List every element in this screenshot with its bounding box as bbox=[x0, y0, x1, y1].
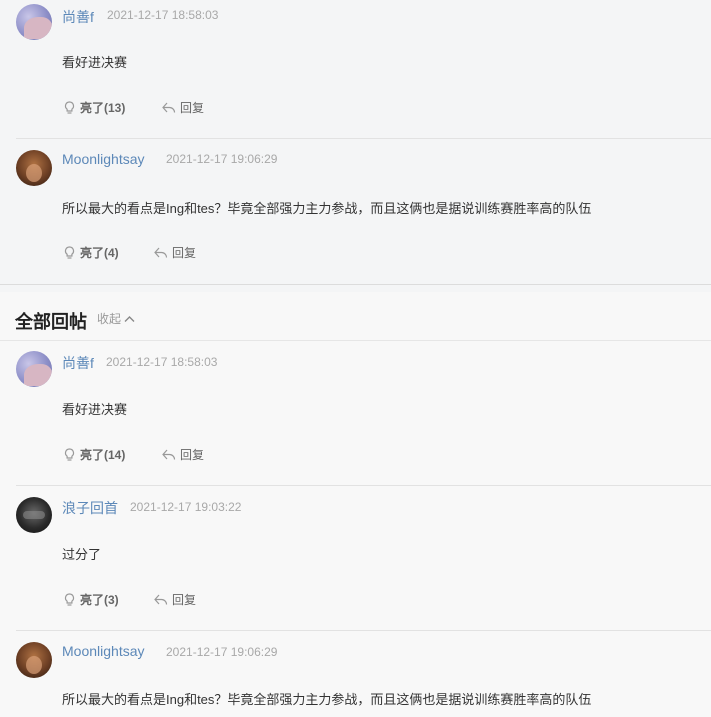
reply-button[interactable]: 回复 bbox=[162, 446, 204, 463]
reply-item: 尚善f 2021-12-17 18:58:03 看好进决赛 亮了(13) 回复 bbox=[16, 0, 711, 139]
top-replies-panel: 尚善f 2021-12-17 18:58:03 看好进决赛 亮了(13) 回复 … bbox=[0, 0, 711, 285]
lightbulb-icon bbox=[64, 245, 75, 259]
username[interactable]: 尚善f bbox=[62, 353, 94, 373]
chevron-up-icon bbox=[124, 315, 135, 322]
user-avatar[interactable] bbox=[16, 642, 52, 678]
lightbulb-icon bbox=[64, 592, 75, 606]
like-button[interactable]: 亮了(3) bbox=[63, 591, 119, 608]
user-avatar[interactable] bbox=[16, 150, 52, 186]
section-title: 全部回帖 bbox=[15, 312, 87, 332]
reply-content: 所以最大的看点是Ing和tes？毕竟全部强力主力参战，而且这俩也是据说训练赛胜率… bbox=[62, 692, 592, 707]
user-avatar[interactable] bbox=[16, 4, 52, 40]
reply-arrow-icon bbox=[154, 594, 168, 605]
reply-label: 回复 bbox=[172, 246, 197, 260]
like-button[interactable]: 亮了(13) bbox=[63, 99, 125, 116]
reply-label: 回复 bbox=[180, 101, 205, 115]
collapse-label: 收起 bbox=[97, 312, 122, 326]
username[interactable]: Moonlightsay bbox=[62, 151, 145, 167]
reply-arrow-icon bbox=[162, 102, 176, 113]
lightbulb-icon bbox=[64, 447, 75, 461]
reply-content: 所以最大的看点是Ing和tes？毕竟全部强力主力参战，而且这俩也是据说训练赛胜率… bbox=[62, 201, 592, 216]
post-time: 2021-12-17 19:06:29 bbox=[166, 152, 278, 166]
reply-label: 回复 bbox=[180, 448, 205, 462]
like-label: 亮了(14) bbox=[80, 448, 126, 462]
user-avatar[interactable] bbox=[16, 351, 52, 387]
user-avatar[interactable] bbox=[16, 497, 52, 533]
reply-label: 回复 bbox=[172, 593, 197, 607]
reply-item: Moonlightsay 2021-12-17 19:06:29 所以最大的看点… bbox=[16, 139, 711, 284]
username[interactable]: 浪子回首 bbox=[62, 498, 118, 518]
reply-button[interactable]: 回复 bbox=[162, 99, 204, 116]
reply-content: 看好进决赛 bbox=[62, 402, 128, 417]
post-time: 2021-12-17 19:03:22 bbox=[130, 500, 242, 514]
reply-button[interactable]: 回复 bbox=[154, 591, 196, 608]
like-label: 亮了(13) bbox=[80, 101, 126, 115]
username[interactable]: 尚善f bbox=[62, 7, 94, 27]
reply-content: 看好进决赛 bbox=[62, 55, 128, 70]
reply-content: 过分了 bbox=[62, 547, 102, 562]
reply-item: 尚善f 2021-12-17 18:58:03 看好进决赛 亮了(14) 回复 bbox=[16, 341, 711, 486]
username[interactable]: Moonlightsay bbox=[62, 643, 145, 659]
like-label: 亮了(3) bbox=[80, 593, 119, 607]
reply-arrow-icon bbox=[162, 449, 176, 460]
reply-item: Moonlightsay 2021-12-17 19:06:29 所以最大的看点… bbox=[16, 631, 711, 717]
like-label: 亮了(4) bbox=[80, 246, 119, 260]
post-time: 2021-12-17 18:58:03 bbox=[106, 355, 218, 369]
collapse-button[interactable]: 收起 bbox=[97, 310, 135, 327]
post-time: 2021-12-17 19:06:29 bbox=[166, 645, 278, 659]
like-button[interactable]: 亮了(14) bbox=[63, 446, 125, 463]
reply-button[interactable]: 回复 bbox=[154, 244, 196, 261]
reply-arrow-icon bbox=[154, 247, 168, 258]
reply-item: 浪子回首 2021-12-17 19:03:22 过分了 亮了(3) 回复 bbox=[16, 486, 711, 631]
post-time: 2021-12-17 18:58:03 bbox=[107, 8, 219, 22]
like-button[interactable]: 亮了(4) bbox=[63, 244, 119, 261]
lightbulb-icon bbox=[64, 100, 75, 114]
